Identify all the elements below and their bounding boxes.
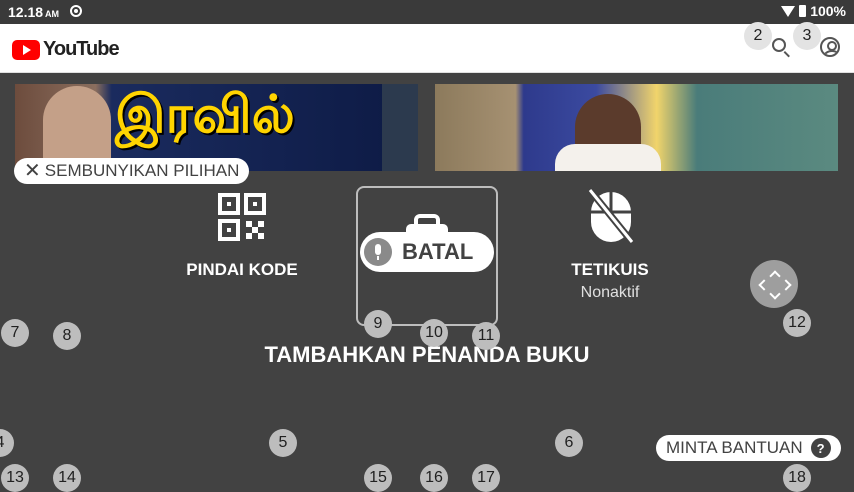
thumbnail-title: இரவில்: [115, 85, 295, 145]
badge-13[interactable]: 13: [1, 464, 29, 492]
add-bookmark-button[interactable]: TAMBAHKAN PENANDA BUKU: [0, 342, 854, 368]
battery-icon: [799, 5, 807, 17]
hide-options-label: SEMBUNYIKAN PILIHAN: [44, 161, 240, 180]
badge-18[interactable]: 18: [783, 464, 811, 492]
badge-11[interactable]: 11: [472, 322, 500, 350]
badge-8[interactable]: 8: [53, 322, 81, 350]
status-right: 100%: [781, 3, 846, 19]
cancel-button[interactable]: BATAL: [360, 232, 494, 272]
help-button[interactable]: MINTA BANTUAN ?: [656, 435, 841, 461]
battery-level: 100%: [810, 3, 846, 19]
app-bar: YouTube: [0, 24, 854, 73]
youtube-play-icon: [12, 39, 40, 60]
badge-9[interactable]: 9: [364, 310, 392, 338]
badge-17[interactable]: 17: [472, 464, 500, 492]
video-thumbnail-2[interactable]: [435, 84, 838, 172]
badge-2[interactable]: 2: [744, 22, 772, 50]
mouse-status: Nonaktif: [580, 284, 640, 301]
badge-7[interactable]: 7: [1, 319, 29, 347]
scan-code-label: PINDAI KODE: [186, 260, 298, 279]
search-icon[interactable]: [772, 38, 786, 52]
mouse-label: TETIKUIS: [571, 260, 649, 279]
youtube-logo[interactable]: YouTube: [12, 38, 120, 61]
help-icon: ?: [810, 438, 831, 458]
mouse-toggle-button[interactable]: TETIKUIS Nonaktif: [540, 260, 680, 302]
close-icon: ✕: [24, 160, 41, 182]
badge-12[interactable]: 12: [783, 309, 811, 337]
mouse-off-icon[interactable]: [588, 188, 634, 244]
scan-code-button[interactable]: PINDAI KODE: [172, 260, 312, 280]
badge-16[interactable]: 16: [420, 464, 448, 492]
status-time: 12.18 AM: [8, 4, 60, 20]
wifi-icon: [781, 5, 796, 17]
badge-3[interactable]: 3: [793, 22, 821, 50]
dpad-icon[interactable]: [750, 260, 798, 308]
status-bar: 12.18 AM 100%: [0, 0, 854, 24]
badge-14[interactable]: 14: [53, 464, 81, 492]
badge-6[interactable]: 6: [555, 429, 583, 457]
badge-15[interactable]: 15: [364, 464, 392, 492]
thumbnail-lamp: [382, 84, 418, 172]
qr-code-icon[interactable]: [218, 193, 266, 241]
account-icon[interactable]: [820, 37, 840, 57]
hide-options-button[interactable]: ✕ SEMBUNYIKAN PILIHAN: [14, 158, 250, 184]
thumbnail-shirt: [555, 144, 661, 172]
help-label: MINTA BANTUAN: [666, 438, 803, 457]
cancel-label: BATAL: [402, 239, 474, 264]
badge-5[interactable]: 5: [269, 429, 297, 457]
sync-icon: [70, 5, 82, 17]
mic-icon: [364, 238, 392, 266]
badge-10[interactable]: 10: [420, 319, 448, 347]
youtube-logo-text: YouTube: [43, 38, 120, 60]
